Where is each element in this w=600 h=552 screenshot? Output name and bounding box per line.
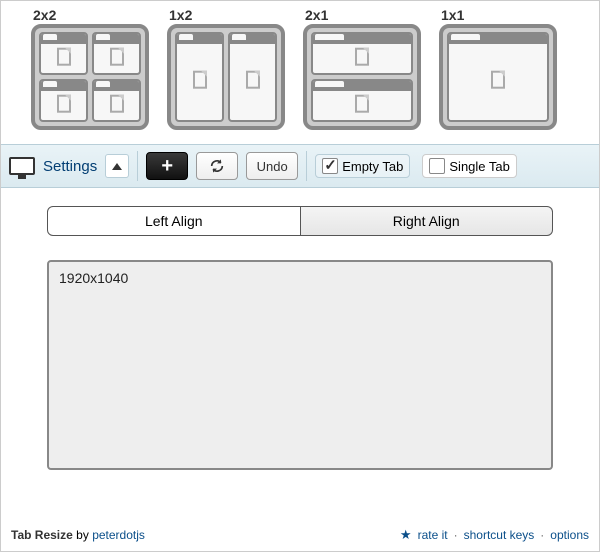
document-icon (110, 94, 124, 112)
layout-tile (167, 24, 285, 130)
credit-text: Tab Resize by peterdotjs (11, 528, 145, 542)
empty-tab-label: Empty Tab (342, 159, 403, 174)
layout-tile (31, 24, 149, 130)
layout-label: 2x2 (33, 7, 149, 23)
checkbox-icon (429, 158, 445, 174)
screen-preview: 1920x1040 (47, 260, 553, 470)
layout-label: 2x1 (305, 7, 421, 23)
refresh-icon (209, 158, 225, 174)
star-icon: ★ (400, 527, 412, 543)
toolbar: Settings + Undo Empty Tab Single Tab (1, 144, 599, 188)
layout-option-2x2[interactable]: 2x2 (31, 7, 149, 130)
document-icon (491, 71, 505, 89)
window-pane-icon (175, 32, 224, 122)
by-text: by (76, 528, 89, 542)
options-link[interactable]: options (550, 528, 589, 542)
document-icon (193, 71, 207, 89)
window-pane-icon (39, 79, 88, 122)
single-tab-label: Single Tab (449, 159, 509, 174)
collapse-button[interactable] (105, 154, 129, 178)
document-icon (246, 71, 260, 89)
window-pane-icon (92, 32, 141, 75)
footer: Tab Resize by peterdotjs ★ rate it · sho… (11, 527, 589, 543)
separator-dot: · (454, 528, 458, 542)
author-link[interactable]: peterdotjs (92, 528, 145, 542)
chevron-up-icon (112, 163, 122, 170)
layout-option-1x1[interactable]: 1x1 (439, 7, 557, 130)
window-pane-icon (92, 79, 141, 122)
layout-option-1x2[interactable]: 1x2 (167, 7, 285, 130)
undo-button[interactable]: Undo (246, 152, 298, 180)
single-tab-toggle[interactable]: Single Tab (422, 154, 516, 178)
layout-label: 1x2 (169, 7, 285, 23)
window-pane-icon (39, 32, 88, 75)
window-pane-icon (447, 32, 549, 122)
add-layout-button[interactable]: + (146, 152, 188, 180)
document-icon (57, 94, 71, 112)
divider (306, 151, 307, 181)
divider (137, 151, 138, 181)
layout-label: 1x1 (441, 7, 557, 23)
right-align-button[interactable]: Right Align (301, 206, 554, 236)
rate-link[interactable]: rate it (418, 528, 448, 542)
app-name: Tab Resize (11, 528, 73, 542)
document-icon (355, 47, 369, 65)
plus-icon: + (161, 155, 173, 178)
settings-link[interactable]: Settings (43, 158, 97, 175)
separator-dot: · (540, 528, 544, 542)
monitor-icon (9, 157, 35, 175)
document-icon (57, 47, 71, 65)
empty-tab-toggle[interactable]: Empty Tab (315, 154, 410, 178)
left-align-button[interactable]: Left Align (47, 206, 301, 236)
layout-option-2x1[interactable]: 2x1 (303, 7, 421, 130)
layout-tile (439, 24, 557, 130)
align-group: Left Align Right Align (47, 206, 553, 236)
window-pane-icon (228, 32, 277, 122)
document-icon (110, 47, 124, 65)
window-pane-icon (311, 32, 413, 75)
refresh-button[interactable] (196, 152, 238, 180)
checkbox-icon (322, 158, 338, 174)
layout-tiles: 2x2 1x2 2x1 1x1 (1, 1, 599, 144)
shortcut-keys-link[interactable]: shortcut keys (464, 528, 535, 542)
document-icon (355, 94, 369, 112)
layout-tile (303, 24, 421, 130)
resolution-text: 1920x1040 (59, 270, 128, 286)
window-pane-icon (311, 79, 413, 122)
